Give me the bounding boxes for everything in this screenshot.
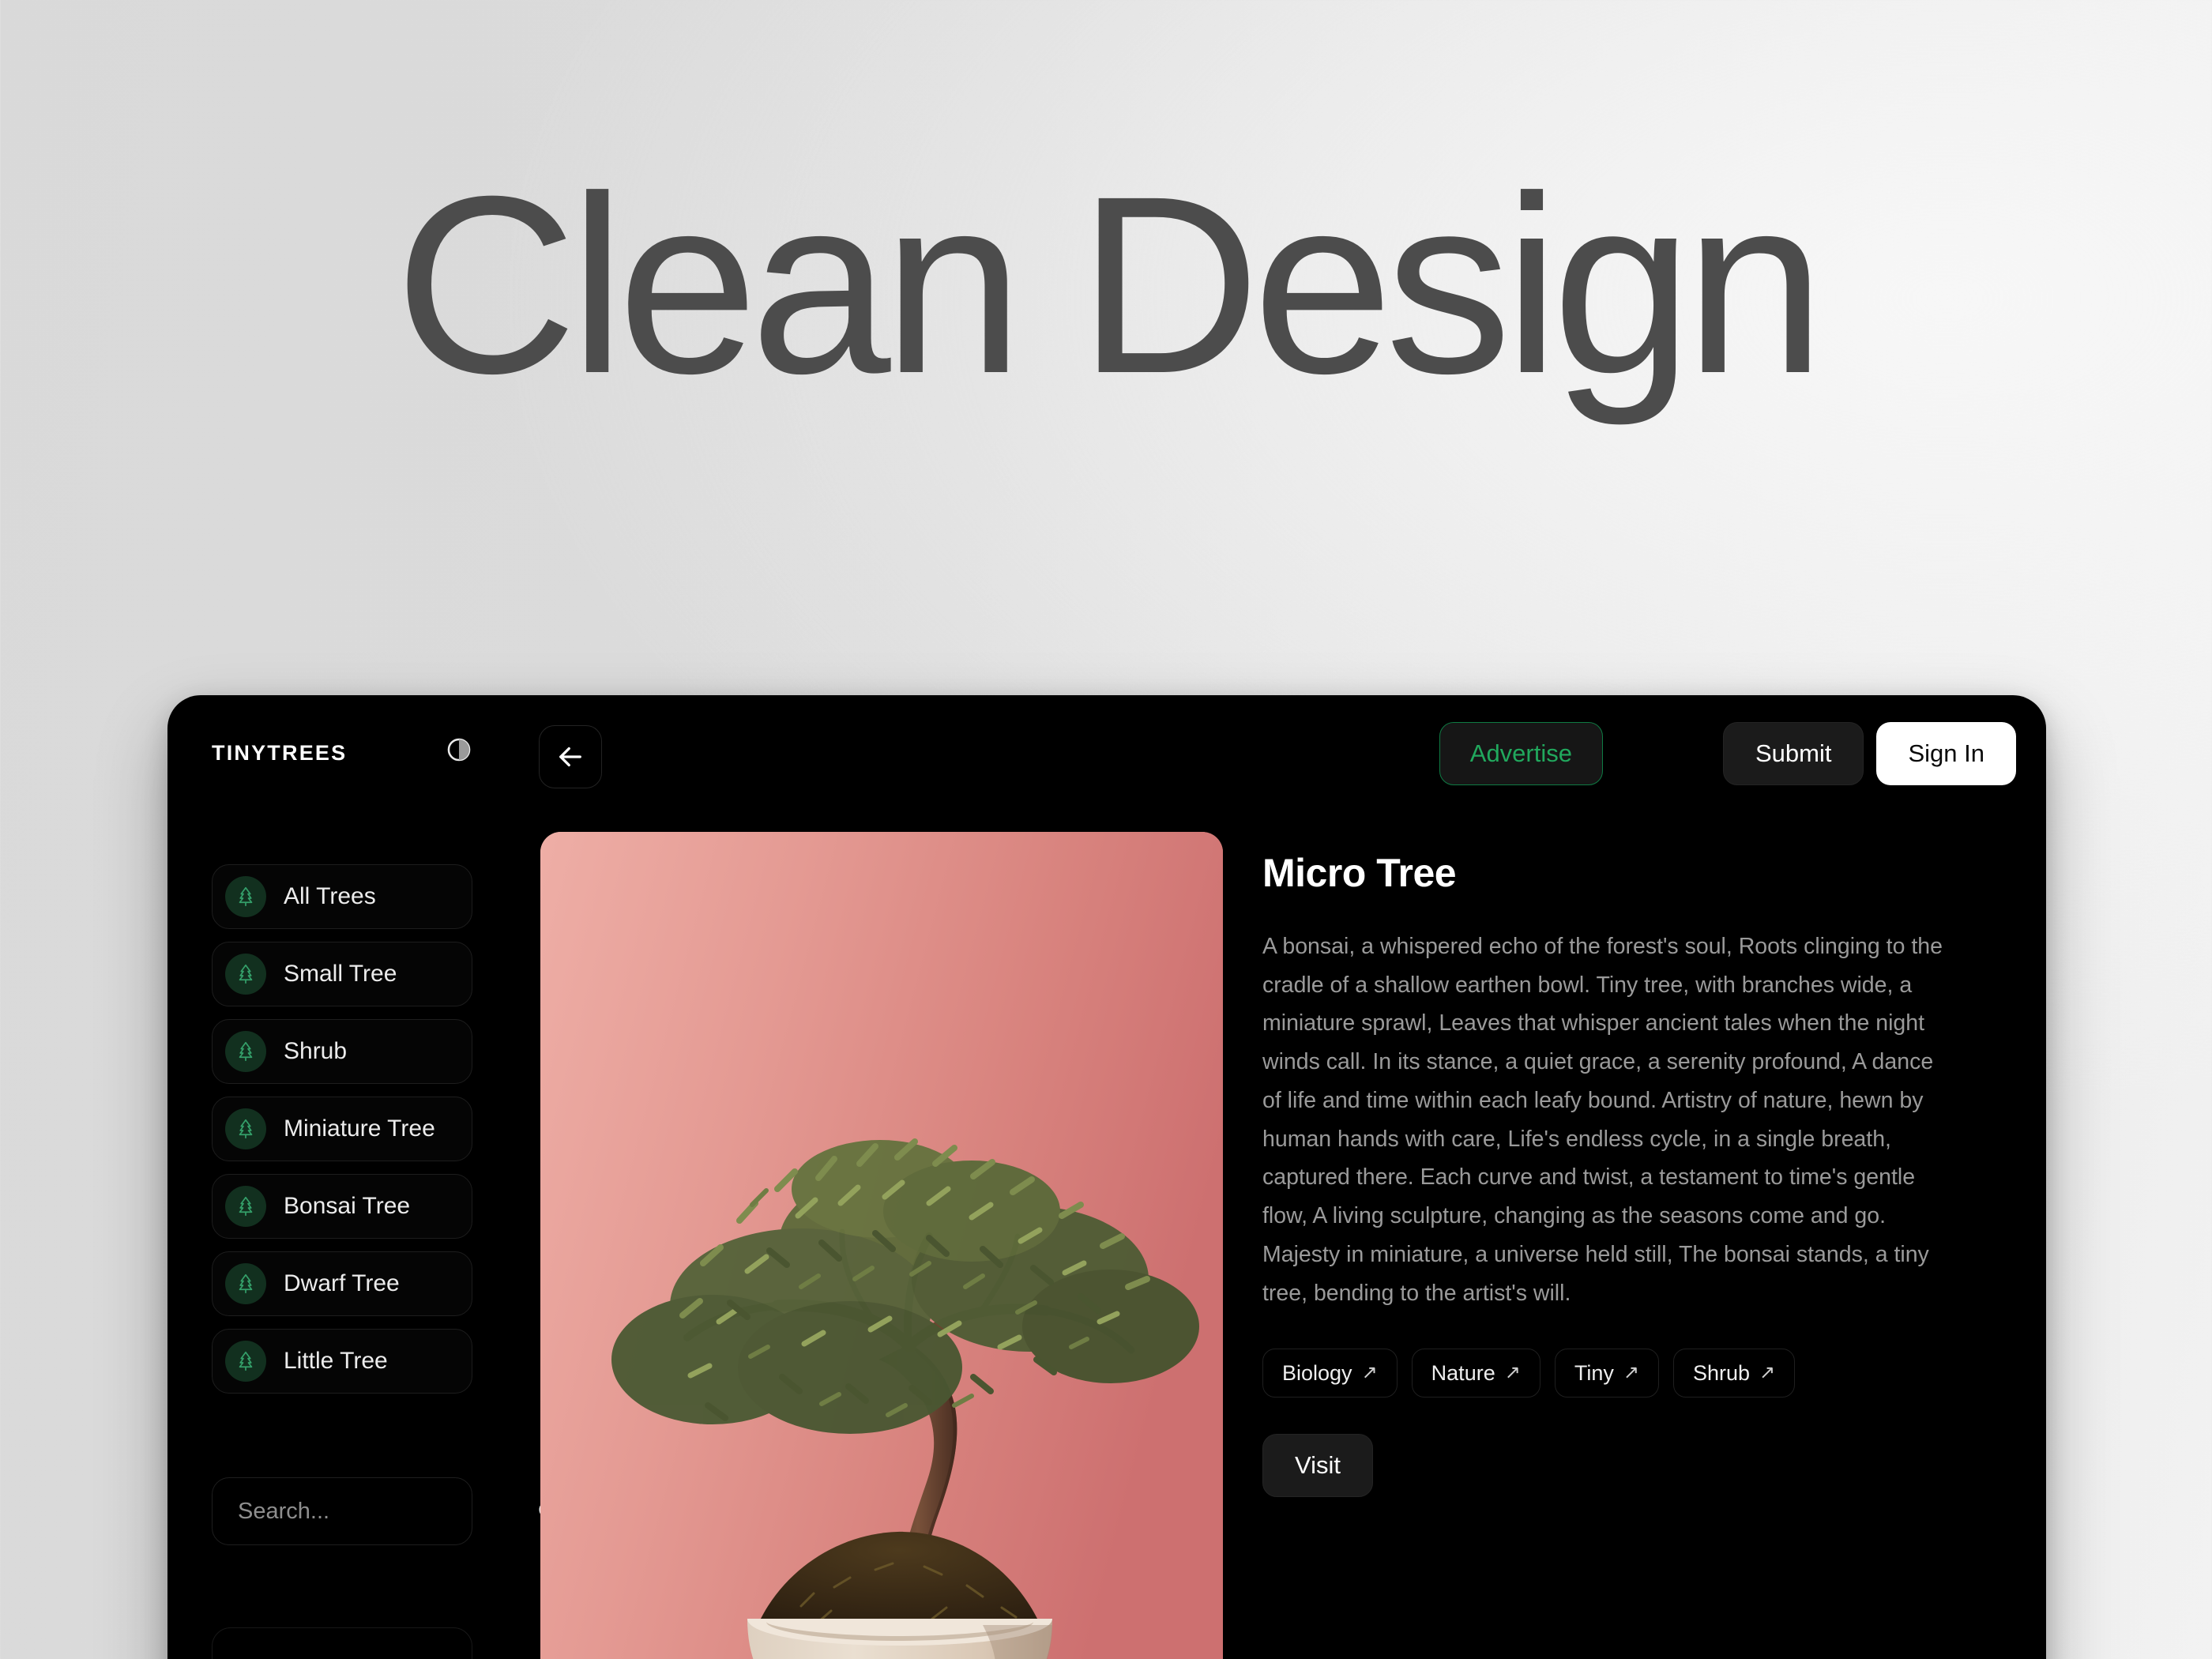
sidebar-item-label: Bonsai Tree [284, 1193, 411, 1219]
tag-label: Shrub [1692, 1360, 1751, 1385]
detail-panel: Micro Tree A bonsai, a whispered echo of… [1262, 850, 1973, 1498]
tag-label: Nature [1431, 1360, 1495, 1385]
tag-tiny[interactable]: Tiny ↗ [1554, 1349, 1659, 1398]
sidebar-footer-card [212, 1627, 472, 1659]
sidebar-item-label: Little Tree [284, 1348, 388, 1374]
tag-nature[interactable]: Nature ↗ [1411, 1349, 1540, 1398]
sidebar-item-label: Miniature Tree [284, 1115, 435, 1142]
sidebar-item-label: Dwarf Tree [284, 1270, 400, 1296]
sidebar-item-label: Small Tree [284, 961, 397, 987]
detail-title: Micro Tree [1262, 851, 1457, 895]
pine-tree-icon [225, 1108, 266, 1149]
back-button[interactable] [539, 725, 602, 788]
page-title: Clean Design [394, 143, 1825, 426]
sidebar-item-little-tree[interactable]: Little Tree [212, 1329, 472, 1394]
arrow-up-right-icon: ↗ [1759, 1362, 1776, 1384]
tree-image-card [540, 832, 1223, 1659]
arrow-up-right-icon: ↗ [1504, 1362, 1521, 1384]
sidebar-item-label: All Trees [284, 883, 376, 909]
arrow-left-icon [559, 747, 581, 767]
tag-label: Biology [1282, 1360, 1352, 1385]
sidebar-item-dwarf-tree[interactable]: Dwarf Tree [212, 1251, 472, 1316]
search-input[interactable] [238, 1498, 536, 1525]
brand-logo[interactable]: TINYTREES [212, 741, 347, 766]
arrow-up-right-icon: ↗ [1361, 1362, 1378, 1384]
tag-shrub[interactable]: Shrub ↗ [1672, 1349, 1796, 1398]
search-box[interactable] [212, 1477, 560, 1545]
sign-in-button[interactable]: Sign In [1876, 722, 2016, 785]
sidebar-item-shrub[interactable]: Shrub [212, 1019, 472, 1084]
pine-tree-icon [225, 1186, 266, 1227]
hero-section: Clean Design [0, 0, 2212, 695]
submit-button[interactable]: Submit [1723, 722, 1864, 785]
tag-label: Tiny [1574, 1360, 1614, 1385]
bonsai-tree-photo [540, 832, 1223, 1659]
detail-description: A bonsai, a whispered echo of the forest… [1262, 934, 1943, 1306]
arrow-up-right-icon: ↗ [1623, 1362, 1639, 1384]
top-bar: TINYTREES Advertise Submit Sign In [167, 695, 2046, 853]
pine-tree-icon [225, 1341, 266, 1382]
half-circle-contrast-icon[interactable] [446, 736, 472, 763]
pine-tree-icon [225, 876, 266, 917]
pine-tree-icon [225, 954, 266, 995]
tag-biology[interactable]: Biology ↗ [1262, 1349, 1398, 1398]
sidebar-item-miniature-tree[interactable]: Miniature Tree [212, 1097, 472, 1161]
pine-tree-icon [225, 1263, 266, 1304]
sidebar-item-small-tree[interactable]: Small Tree [212, 942, 472, 1006]
sidebar-item-bonsai-tree[interactable]: Bonsai Tree [212, 1174, 472, 1239]
sidebar-item-all-trees[interactable]: All Trees [212, 864, 472, 929]
pine-tree-icon [225, 1031, 266, 1072]
app-window: TINYTREES Advertise Submit Sign In All T… [167, 695, 2046, 1659]
sidebar-item-label: Shrub [284, 1038, 348, 1064]
tag-list: Biology ↗ Nature ↗ Tiny ↗ Shrub ↗ [1262, 1349, 1973, 1398]
sidebar: All Trees Small Tree Shrub Miniature Tre… [212, 864, 560, 1659]
advertise-button[interactable]: Advertise [1439, 722, 1603, 785]
top-actions: Advertise Submit Sign In [1439, 722, 2016, 785]
visit-button[interactable]: Visit [1262, 1434, 1373, 1498]
